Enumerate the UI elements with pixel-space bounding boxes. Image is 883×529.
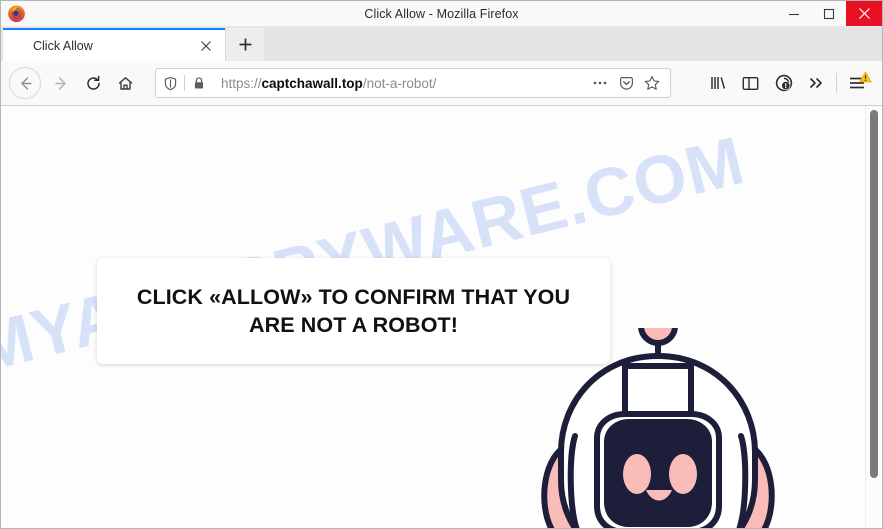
toolbar-separator bbox=[836, 73, 837, 93]
maximize-button[interactable] bbox=[811, 1, 846, 26]
firefox-logo bbox=[7, 4, 26, 23]
star-icon[interactable] bbox=[639, 75, 665, 91]
tab-strip: Click Allow bbox=[1, 27, 882, 61]
close-button[interactable] bbox=[846, 1, 882, 26]
overflow-button[interactable] bbox=[800, 67, 833, 99]
url-text[interactable]: https://captchawall.top/not-a-robot/ bbox=[213, 76, 587, 91]
back-button[interactable] bbox=[9, 67, 41, 99]
robot-mascot-illustration bbox=[513, 306, 803, 528]
browser-window: Click Allow - Mozilla Firefox Click Allo… bbox=[0, 0, 883, 529]
close-tab-icon[interactable] bbox=[193, 33, 219, 59]
tab-strip-empty-area bbox=[264, 28, 882, 61]
reload-button[interactable] bbox=[77, 67, 109, 99]
window-controls bbox=[776, 1, 882, 26]
url-bar[interactable]: https://captchawall.top/not-a-robot/ bbox=[155, 68, 671, 98]
toolbar-right-actions bbox=[701, 67, 874, 99]
new-tab-button[interactable] bbox=[225, 28, 264, 61]
urlbar-actions bbox=[587, 75, 670, 91]
tab-label: Click Allow bbox=[33, 38, 93, 53]
tab-click-allow[interactable]: Click Allow bbox=[3, 28, 225, 61]
account-button[interactable] bbox=[767, 67, 800, 99]
title-bar: Click Allow - Mozilla Firefox bbox=[1, 1, 882, 27]
url-path: /not-a-robot/ bbox=[362, 75, 437, 91]
scrollbar-thumb[interactable] bbox=[870, 110, 878, 478]
url-host: captchawall.top bbox=[261, 75, 363, 91]
forward-button[interactable] bbox=[45, 67, 77, 99]
minimize-button[interactable] bbox=[776, 1, 811, 26]
application-menu-wrapper bbox=[840, 67, 874, 99]
lock-icon[interactable] bbox=[185, 76, 213, 90]
pocket-icon[interactable] bbox=[613, 76, 639, 91]
url-scheme: https:// bbox=[221, 75, 262, 91]
navigation-toolbar: https://captchawall.top/not-a-robot/ bbox=[1, 61, 882, 106]
library-button[interactable] bbox=[701, 67, 734, 99]
window-title: Click Allow - Mozilla Firefox bbox=[364, 6, 519, 21]
sidebar-button[interactable] bbox=[734, 67, 767, 99]
application-menu-button[interactable] bbox=[840, 67, 874, 99]
ellipsis-icon[interactable] bbox=[587, 80, 613, 86]
shield-icon[interactable] bbox=[156, 76, 184, 91]
page-scrollbar[interactable] bbox=[865, 106, 882, 528]
home-button[interactable] bbox=[109, 67, 141, 99]
page-content: MYANTISPYWARE.COM CLICK «ALLOW» TO CONFI… bbox=[1, 106, 882, 528]
